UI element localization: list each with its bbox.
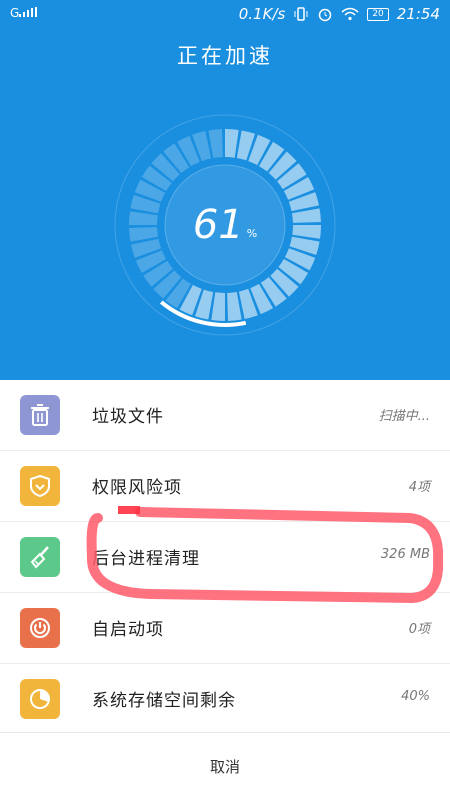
battery-icon: 20 [367,7,389,21]
power-icon [20,608,60,648]
signal-icon [19,7,38,17]
wifi-icon [341,7,359,21]
item-label: 权限风险项 [92,478,182,498]
pie-chart-icon [20,679,60,719]
gauge-percent: 61 [192,202,244,248]
broom-icon [20,537,60,577]
network-speed: 0.1K/s [238,5,286,23]
clock: 21:54 [396,5,440,23]
shield-icon [20,466,60,506]
item-value: 扫描中... [378,409,430,424]
status-bar: G 0.1K/s 20 21:54 [0,0,450,30]
item-label: 系统存储空间剩余 [92,691,236,711]
signal-indicator: G [10,6,41,20]
item-value: 40% [401,689,430,704]
item-value: 4项 [408,480,430,495]
list-item-junk-files[interactable]: 垃圾文件 扫描中... [0,380,450,450]
progress-gauge: 61 % [100,110,350,340]
alarm-icon [319,8,332,22]
item-value: 0项 [408,622,430,637]
status-right: 0.1K/s 20 21:54 [239,5,440,23]
list-item-storage[interactable]: 系统存储空间剩余 40% [0,663,450,734]
page-title: 正在加速 [177,44,273,68]
list-item-permission-risks[interactable]: 权限风险项 4项 [0,450,450,521]
cancel-button[interactable]: 取消 [0,733,450,800]
gauge-unit: % [246,226,258,240]
item-label: 垃圾文件 [92,407,164,427]
item-label: 自启动项 [92,620,164,640]
list-item-background-processes[interactable]: 后台进程清理 326 MB [0,521,450,592]
list-item-autostart[interactable]: 自启动项 0项 [0,592,450,663]
trash-icon [20,395,60,435]
vibrate-icon [294,7,308,21]
item-label: 后台进程清理 [92,549,200,569]
network-type: G [10,6,20,20]
item-value: 326 MB [380,547,430,562]
gauge-readout: 61 % [100,110,350,340]
acceleration-panel: G 0.1K/s 20 21:54 正在加速 61 % [0,0,450,380]
optimization-list: 垃圾文件 扫描中... 权限风险项 4项 后台进程清理 326 MB 自启动项 … [0,380,450,734]
